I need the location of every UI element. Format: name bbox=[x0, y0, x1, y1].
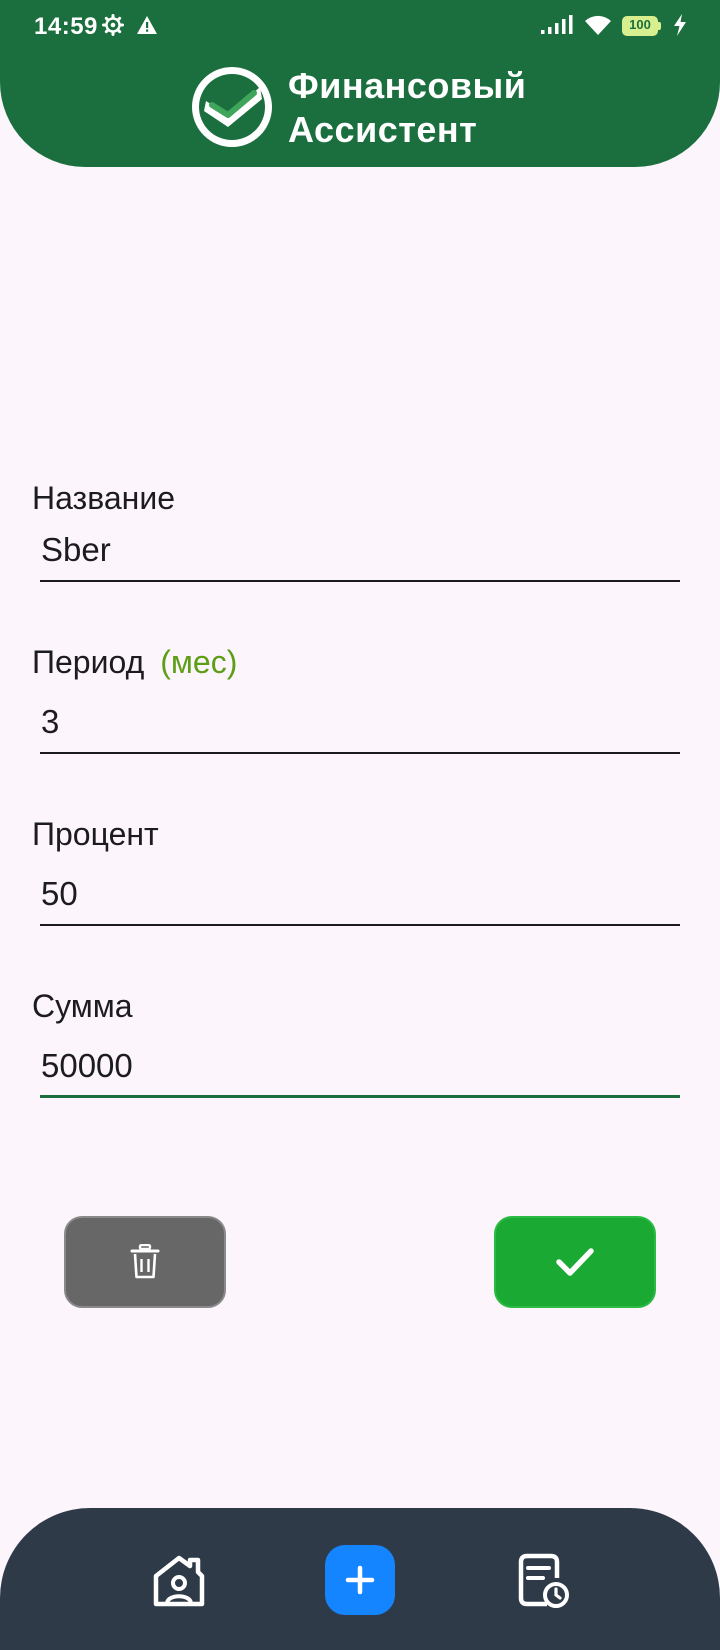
percent-input[interactable] bbox=[40, 872, 680, 926]
period-input[interactable] bbox=[40, 700, 680, 754]
battery-icon: 100 bbox=[622, 16, 662, 36]
gear-icon bbox=[102, 14, 124, 36]
percent-label: Процент bbox=[32, 816, 159, 852]
signal-icon bbox=[541, 15, 573, 34]
app-title: Финансовый Ассистент bbox=[288, 64, 588, 152]
nav-history-button[interactable] bbox=[512, 1550, 574, 1612]
status-time: 14:59 bbox=[34, 13, 98, 40]
name-input[interactable] bbox=[40, 528, 680, 582]
name-label: Название bbox=[32, 480, 175, 516]
nav-add-button[interactable] bbox=[325, 1545, 395, 1615]
checkmark-icon bbox=[556, 1248, 594, 1276]
app-title-line2: Ассистент bbox=[288, 109, 478, 150]
confirm-button[interactable] bbox=[494, 1216, 656, 1308]
app-title-line1: Финансовый bbox=[288, 65, 527, 106]
screen: 14:59 100 Финансовый Ассистент Название … bbox=[0, 0, 720, 1650]
bottom-navigation bbox=[0, 1508, 720, 1650]
app-header: 14:59 100 Финансовый Ассистент bbox=[0, 0, 720, 167]
battery-level: 100 bbox=[629, 17, 651, 32]
wifi-icon bbox=[585, 15, 611, 35]
period-label: Период (мес) bbox=[32, 644, 237, 681]
delete-button[interactable] bbox=[64, 1216, 226, 1308]
charging-bolt-icon bbox=[674, 14, 686, 36]
period-label-text: Период bbox=[32, 644, 145, 680]
checkmark-logo-icon bbox=[192, 67, 272, 147]
warning-icon bbox=[137, 16, 157, 34]
home-profile-icon bbox=[153, 1555, 205, 1607]
history-document-icon bbox=[518, 1553, 569, 1608]
status-bar: 14:59 100 bbox=[0, 0, 720, 56]
amount-input[interactable] bbox=[40, 1044, 680, 1098]
plus-icon bbox=[345, 1565, 375, 1595]
nav-home-button[interactable] bbox=[148, 1550, 210, 1612]
trash-icon bbox=[130, 1244, 160, 1279]
amount-label: Сумма bbox=[32, 988, 133, 1024]
period-unit-hint: (мес) bbox=[160, 644, 238, 680]
